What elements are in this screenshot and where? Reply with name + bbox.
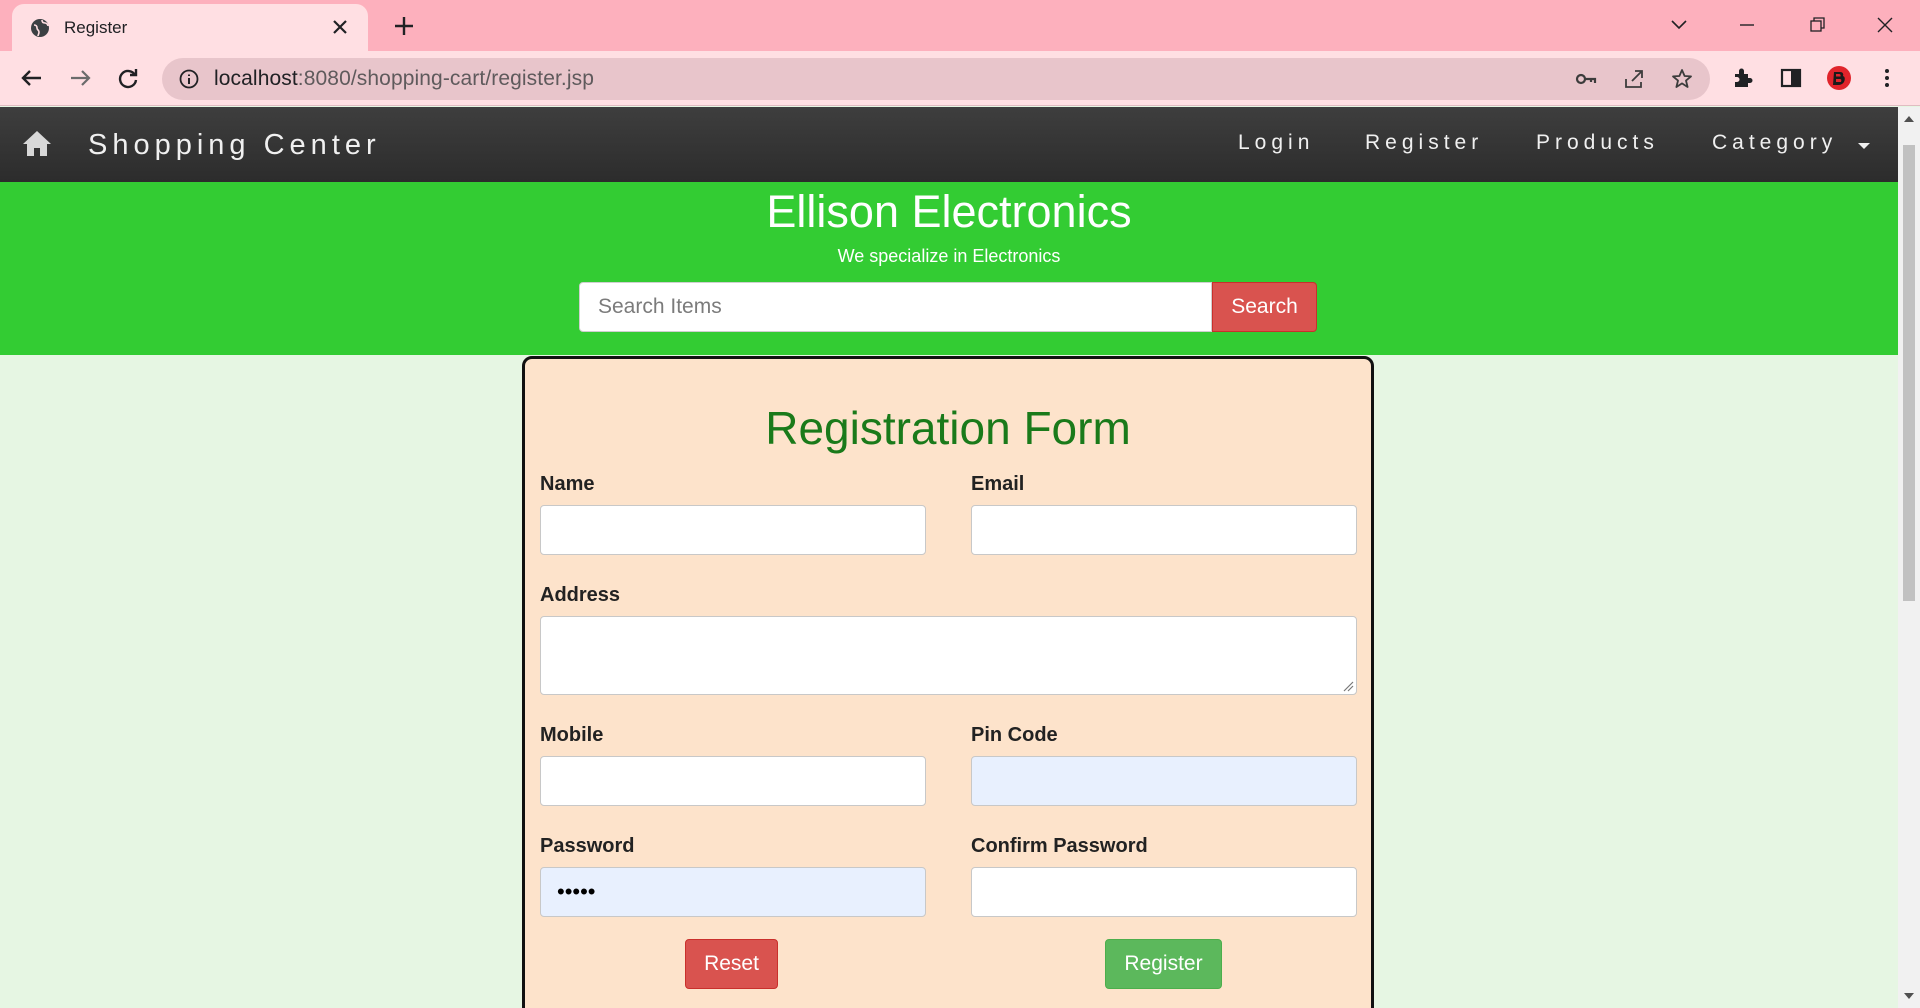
star-icon[interactable] [1670, 67, 1694, 91]
sidebar-icon[interactable] [1778, 65, 1804, 91]
pincode-field[interactable] [971, 756, 1357, 806]
registration-form: Registration Form Name Email Address Mob… [522, 356, 1374, 1008]
mobile-field[interactable] [540, 756, 926, 806]
address-field[interactable] [540, 616, 1357, 695]
page-viewport: Shopping Center Login Register Products … [0, 107, 1898, 1008]
nav-login[interactable]: Login [1238, 131, 1314, 155]
site-brand[interactable]: Shopping Center [88, 129, 381, 162]
register-button[interactable]: Register [1105, 939, 1222, 989]
profile-icon[interactable] [1826, 65, 1852, 91]
menu-icon[interactable] [1874, 65, 1900, 91]
confirm-password-label: Confirm Password [971, 835, 1148, 857]
address-label: Address [540, 584, 621, 606]
key-icon[interactable] [1574, 67, 1598, 91]
browser-toolbar: localhost:8080/shopping-cart/register.js… [0, 51, 1920, 106]
nav-products[interactable]: Products [1536, 131, 1659, 155]
search-button[interactable]: Search [1212, 282, 1317, 332]
search-bar: Search [579, 282, 1317, 332]
plus-icon[interactable] [392, 14, 416, 38]
url-path: :8080/shopping-cart/register.jsp [297, 67, 595, 90]
password-label: Password [540, 835, 635, 857]
pincode-label: Pin Code [971, 724, 1058, 746]
name-label: Name [540, 473, 595, 495]
puzzle-icon[interactable] [1730, 65, 1756, 91]
globe-icon [31, 18, 49, 37]
minimize-icon[interactable] [1734, 12, 1760, 38]
store-subtitle: We specialize in Electronics [837, 246, 1061, 266]
reset-button[interactable]: Reset [685, 939, 778, 989]
restore-icon[interactable] [1804, 12, 1830, 38]
close-window-icon[interactable] [1872, 12, 1898, 38]
mobile-label: Mobile [540, 724, 604, 746]
search-input[interactable] [579, 282, 1212, 332]
nav-register[interactable]: Register [1365, 131, 1483, 155]
scroll-down-arrow-icon[interactable] [1903, 990, 1915, 1002]
forward-arrow-icon[interactable] [66, 64, 94, 92]
resize-grip-icon[interactable] [1342, 680, 1354, 692]
reload-icon[interactable] [114, 64, 142, 92]
close-icon[interactable] [330, 17, 350, 37]
home-icon[interactable] [22, 129, 52, 157]
address-bar[interactable]: localhost:8080/shopping-cart/register.js… [162, 58, 1710, 100]
email-label: Email [971, 473, 1025, 495]
url-text[interactable]: localhost:8080/shopping-cart/register.js… [214, 67, 594, 91]
browser-tab[interactable]: Register [12, 4, 368, 51]
page-scrollbar[interactable] [1898, 107, 1920, 1008]
nav-category[interactable]: Category [1712, 131, 1837, 155]
form-title: Registration Form [765, 402, 1131, 454]
email-field[interactable] [971, 505, 1357, 555]
tab-title: Register [64, 17, 128, 37]
tab-strip: Register [0, 0, 1920, 51]
scrollbar-thumb[interactable] [1903, 145, 1915, 601]
share-icon[interactable] [1622, 67, 1646, 91]
password-field[interactable] [540, 867, 926, 917]
name-field[interactable] [540, 505, 926, 555]
url-host: localhost [214, 67, 298, 90]
caret-down-icon[interactable] [1858, 143, 1870, 149]
confirm-password-field[interactable] [971, 867, 1357, 917]
back-arrow-icon[interactable] [18, 64, 46, 92]
scroll-up-arrow-icon[interactable] [1903, 113, 1915, 125]
store-title: Ellison Electronics [766, 186, 1132, 237]
site-navbar: Shopping Center Login Register Products … [0, 107, 1898, 182]
hero-banner: Ellison Electronics We specialize in Ele… [0, 182, 1898, 355]
info-icon[interactable] [178, 68, 200, 90]
chevron-down-icon[interactable] [1666, 12, 1692, 38]
